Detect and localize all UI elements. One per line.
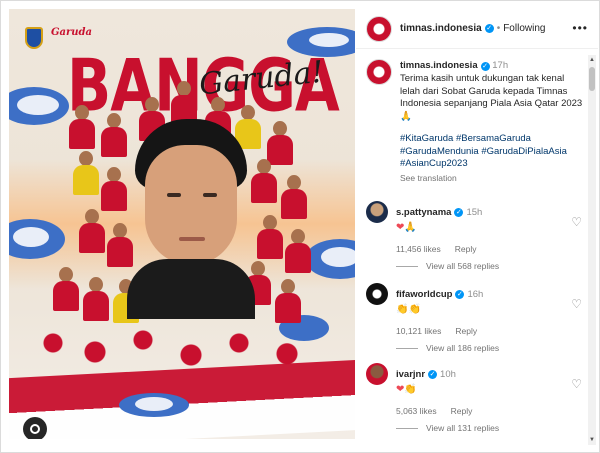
avatar[interactable] xyxy=(366,15,392,42)
comment-meta: 11,456 likes Reply xyxy=(396,244,584,254)
player-figure xyxy=(101,167,127,211)
view-replies-link[interactable]: View all 186 replies xyxy=(396,343,499,353)
scroll-up-arrow-icon[interactable]: ▲ xyxy=(588,55,596,65)
clapping-hands-emoji: 👏 xyxy=(404,384,417,395)
heart-outline-icon[interactable]: ♡ xyxy=(571,215,582,229)
coach-portrait xyxy=(127,119,255,319)
heart-outline-icon[interactable]: ♡ xyxy=(571,297,582,311)
folded-hands-emoji: 🙏 xyxy=(404,222,417,233)
verified-badge-icon: ✓ xyxy=(480,62,490,71)
pssi-crest-icon xyxy=(25,27,43,49)
player-figure xyxy=(73,151,99,195)
heart-outline-icon[interactable]: ♡ xyxy=(571,377,582,391)
player-figure xyxy=(83,277,109,321)
batik-cloud-ornament xyxy=(321,247,355,267)
view-replies-link[interactable]: View all 131 replies xyxy=(396,423,499,433)
avatar[interactable] xyxy=(366,363,388,385)
more-horizontal-icon[interactable]: ••• xyxy=(572,21,588,35)
comment-text: ❤🙏 xyxy=(396,221,584,235)
see-translation-link[interactable]: See translation xyxy=(400,173,584,183)
verified-badge-icon: ✓ xyxy=(455,289,465,299)
batik-cloud-ornament xyxy=(13,227,49,247)
batik-cloud-ornament xyxy=(17,95,59,115)
caption-time: 17h xyxy=(492,60,509,71)
reply-button[interactable]: Reply xyxy=(451,406,473,416)
avatar[interactable] xyxy=(366,201,388,223)
comment-username[interactable]: s.pattynama xyxy=(396,207,451,218)
comment-meta: 5,063 likes Reply xyxy=(396,406,584,416)
separator-dot: • xyxy=(496,23,501,34)
player-figure xyxy=(69,105,95,149)
batik-cloud-ornament xyxy=(135,397,173,411)
comment-text: 👏👏 xyxy=(396,303,584,317)
divider xyxy=(396,427,418,429)
tagged-users-icon[interactable] xyxy=(23,417,47,439)
comment-username[interactable]: ivarjnr xyxy=(396,369,425,380)
player-figure xyxy=(285,229,311,273)
player-figure xyxy=(53,267,79,311)
view-replies-label: View all 131 replies xyxy=(426,423,500,433)
view-replies-label: View all 568 replies xyxy=(426,261,500,271)
player-figure xyxy=(281,175,307,219)
comments-scrollbar[interactable]: ▲ ▼ xyxy=(588,55,596,445)
comment-text: ❤👏 xyxy=(396,383,584,397)
following-button[interactable]: Following xyxy=(503,23,545,34)
view-replies-label: View all 186 replies xyxy=(426,343,500,353)
divider xyxy=(396,265,418,267)
player-figure xyxy=(79,209,105,253)
post-header: timnas.indonesia ✓ • Following ••• xyxy=(356,9,598,49)
comment-username[interactable]: fifaworldcup xyxy=(396,289,452,300)
caption-hashtags[interactable]: #KitaGaruda #BersamaGaruda #GarudaMendun… xyxy=(400,133,584,171)
view-replies-link[interactable]: View all 568 replies xyxy=(396,261,499,271)
comment-likes[interactable]: 10,121 likes xyxy=(396,326,441,336)
comment-item: ivarjnr ✓ 10h ❤👏 5,063 likes Reply ♡ xyxy=(366,363,584,416)
verified-badge-icon: ✓ xyxy=(428,369,438,379)
instagram-post-window: Garuda BANGGA Garuda! timnas.indonesia ✓… xyxy=(0,0,600,453)
header-username[interactable]: timnas.indonesia xyxy=(400,23,482,34)
comment-item: fifaworldcup ✓ 16h 👏👏 10,121 likes Reply … xyxy=(366,283,584,336)
scroll-down-arrow-icon[interactable]: ▼ xyxy=(588,435,596,445)
reply-button[interactable]: Reply xyxy=(455,326,477,336)
divider xyxy=(396,347,418,349)
avatar[interactable] xyxy=(366,283,388,305)
clapping-hands-emoji: 👏 xyxy=(396,304,409,315)
post-image[interactable]: Garuda BANGGA Garuda! xyxy=(9,9,355,439)
comment-item: s.pattynama ✓ 15h ❤🙏 11,456 likes Reply ♡ xyxy=(366,201,584,254)
scroll-thumb[interactable] xyxy=(589,67,595,91)
comment-time: 16h xyxy=(467,288,484,300)
player-figure xyxy=(101,113,127,157)
reply-button[interactable]: Reply xyxy=(455,244,477,254)
comment-likes[interactable]: 11,456 likes xyxy=(396,244,441,254)
verified-badge-icon: ✓ xyxy=(484,24,494,33)
caption-username[interactable]: timnas.indonesia xyxy=(400,60,478,71)
post-caption: timnas.indonesia ✓ 17h Terima kasih untuk… xyxy=(366,59,584,183)
clapping-hands-emoji: 👏 xyxy=(408,304,421,315)
player-figure xyxy=(275,279,301,323)
post-side-panel: timnas.indonesia ✓ • Following ••• timna… xyxy=(356,9,598,449)
comment-time: 10h xyxy=(440,368,456,380)
comment-meta: 10,121 likes Reply xyxy=(396,326,584,336)
avatar[interactable] xyxy=(366,59,392,85)
player-figure xyxy=(257,215,283,259)
caption-text: Terima kasih untuk dukungan tak kenal le… xyxy=(400,73,583,122)
verified-badge-icon: ✓ xyxy=(454,207,464,217)
comment-likes[interactable]: 5,063 likes xyxy=(396,406,437,416)
comment-time: 15h xyxy=(466,206,483,218)
